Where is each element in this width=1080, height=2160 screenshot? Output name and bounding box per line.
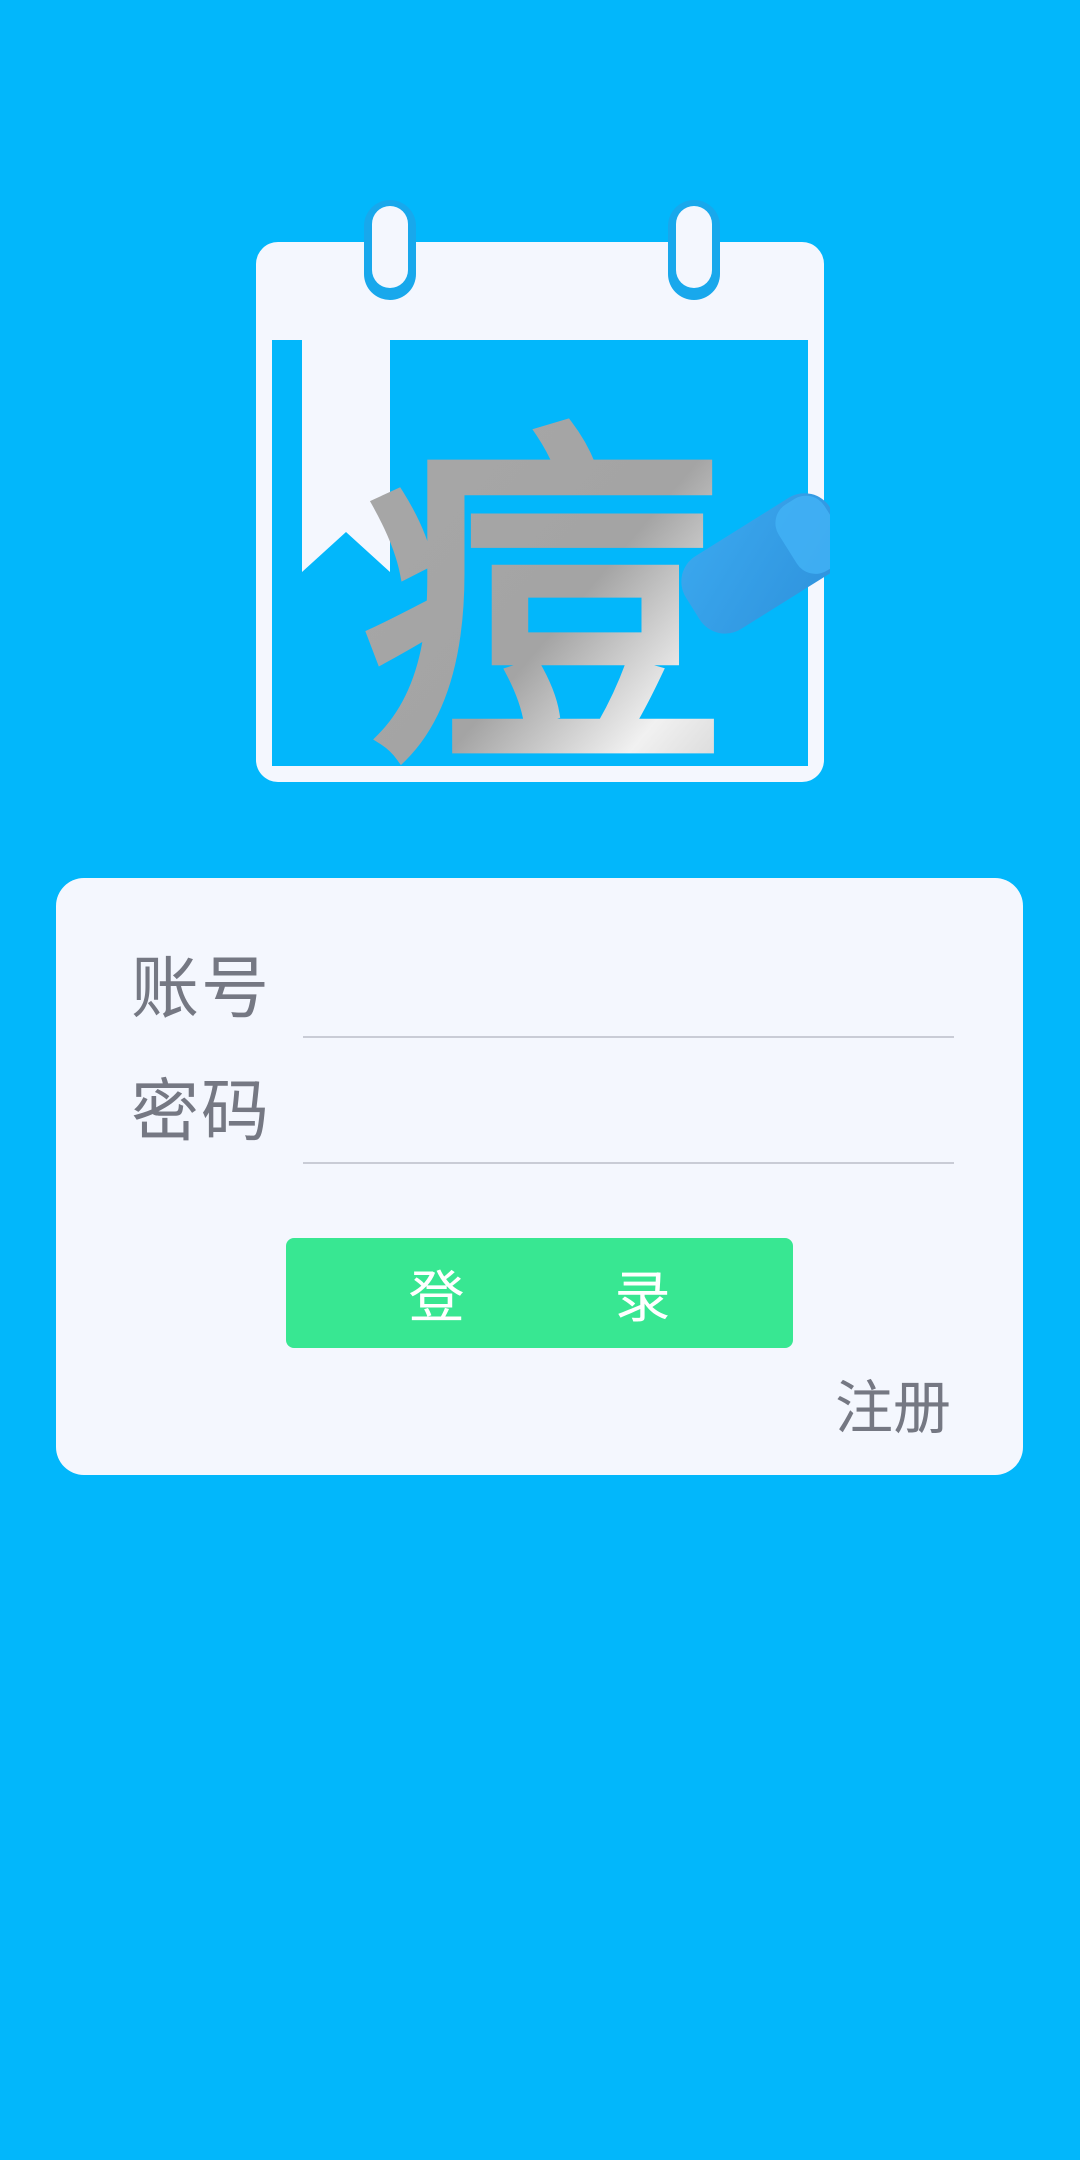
- login-button[interactable]: 登 录: [286, 1238, 793, 1348]
- account-input[interactable]: [303, 966, 954, 1038]
- register-link[interactable]: 注册: [835, 1368, 951, 1448]
- logo-glyph: 痘: [362, 390, 722, 790]
- password-label: 密码: [131, 1073, 272, 1152]
- app-logo-calendar-icon: 痘: [256, 200, 830, 790]
- account-label: 账号: [131, 950, 272, 1029]
- password-input[interactable]: [303, 1092, 954, 1164]
- login-button-char-1: 登: [408, 1265, 465, 1331]
- login-button-char-2: 录: [614, 1265, 671, 1331]
- login-card: 账号 密码 登 录 注册: [56, 878, 1023, 1475]
